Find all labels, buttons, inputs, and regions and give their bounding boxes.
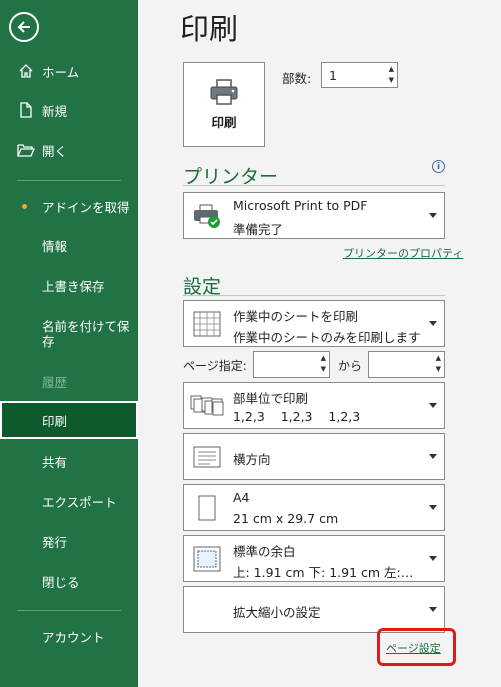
nav-print[interactable]: 印刷 bbox=[0, 401, 138, 439]
back-button[interactable] bbox=[9, 12, 39, 42]
scaling-title: 拡大縮小の設定 bbox=[233, 605, 321, 620]
nav-save-as-label: 名前を付けて保存 bbox=[42, 319, 130, 349]
stepper-arrows-icon[interactable]: ▲ ▼ bbox=[389, 64, 394, 86]
nav-new[interactable]: 新規 bbox=[0, 100, 138, 120]
printer-properties-link[interactable]: プリンターのプロパティ bbox=[343, 245, 463, 261]
copies-label: 部数: bbox=[282, 71, 312, 86]
back-arrow-icon bbox=[17, 21, 30, 33]
nav-account-label: アカウント bbox=[42, 629, 105, 645]
chevron-down-icon bbox=[429, 453, 437, 459]
chevron-down-icon bbox=[429, 320, 437, 326]
print-scope-desc: 作業中のシートのみを印刷します bbox=[233, 330, 421, 345]
sheet-grid-icon bbox=[189, 301, 225, 346]
nav-share-label: 共有 bbox=[42, 454, 68, 470]
sidebar-divider bbox=[17, 180, 121, 181]
collated-pages-icon bbox=[189, 383, 225, 428]
margins-title: 標準の余白 bbox=[233, 544, 296, 559]
nav-account[interactable]: アカウント bbox=[0, 626, 138, 646]
paper-size-icon bbox=[189, 485, 225, 530]
pages-label: ページ指定: bbox=[183, 359, 247, 373]
nav-home-label: ホーム bbox=[42, 64, 80, 80]
scaling-dropdown[interactable]: 拡大縮小の設定 bbox=[183, 586, 445, 633]
print-scope-title: 作業中のシートを印刷 bbox=[233, 309, 359, 324]
orientation-dropdown[interactable]: 横方向 bbox=[183, 433, 445, 480]
chevron-down-icon bbox=[429, 606, 437, 612]
home-icon bbox=[17, 62, 35, 80]
orientation-title: 横方向 bbox=[233, 452, 271, 467]
nav-close[interactable]: 閉じる bbox=[0, 571, 138, 591]
margins-icon bbox=[189, 536, 225, 581]
margins-desc: 上: 1.91 cm 下: 1.91 cm 左:… bbox=[233, 565, 414, 580]
backstage-sidebar: ホーム 新規 開く アドインを取得 情報 上書き保存 名前を付けて保存 履歴 印… bbox=[0, 0, 138, 687]
print-button[interactable]: 印刷 bbox=[183, 62, 265, 147]
nav-export[interactable]: エクスポート bbox=[0, 491, 138, 511]
pages-to-stepper[interactable]: ▲ ▼ bbox=[368, 351, 445, 378]
chevron-down-icon bbox=[429, 402, 437, 408]
info-icon[interactable]: i bbox=[432, 160, 445, 173]
stepper-arrows-icon[interactable]: ▲ ▼ bbox=[436, 353, 441, 375]
printer-ready-icon bbox=[189, 193, 225, 238]
paper-size-dropdown[interactable]: A4 21 cm x 29.7 cm bbox=[183, 484, 445, 531]
margins-dropdown[interactable]: 標準の余白 上: 1.91 cm 下: 1.91 cm 左:… bbox=[183, 535, 445, 582]
settings-heading-rule bbox=[183, 295, 445, 296]
landscape-page-icon bbox=[189, 434, 225, 479]
nav-share[interactable]: 共有 bbox=[0, 451, 138, 471]
printer-status: 準備完了 bbox=[233, 222, 284, 237]
stepper-arrows-icon[interactable]: ▲ ▼ bbox=[321, 353, 326, 375]
pages-from-stepper[interactable]: ▲ ▼ bbox=[253, 351, 330, 378]
chevron-down-icon bbox=[429, 504, 437, 510]
pages-to-label: から bbox=[338, 359, 363, 373]
nav-close-label: 閉じる bbox=[42, 574, 80, 590]
copies-value: 1 bbox=[329, 68, 337, 83]
print-scope-dropdown[interactable]: 作業中のシートを印刷 作業中のシートのみを印刷します bbox=[183, 300, 445, 347]
nav-save[interactable]: 上書き保存 bbox=[0, 275, 138, 295]
nav-get-addins[interactable]: アドインを取得 bbox=[0, 196, 138, 216]
printer-name: Microsoft Print to PDF bbox=[233, 198, 368, 213]
nav-publish-label: 発行 bbox=[42, 534, 68, 550]
paper-size-title: A4 bbox=[233, 490, 250, 505]
nav-history: 履歴 bbox=[0, 371, 138, 391]
printer-heading-rule bbox=[183, 185, 445, 186]
chevron-down-icon bbox=[429, 212, 437, 218]
open-folder-icon bbox=[17, 141, 35, 159]
sidebar-divider bbox=[17, 610, 121, 611]
page-title: 印刷 bbox=[180, 12, 239, 46]
collate-desc: 1,2,3 1,2,3 1,2,3 bbox=[233, 409, 361, 424]
nav-history-label: 履歴 bbox=[42, 374, 68, 390]
nav-open-label: 開く bbox=[42, 143, 68, 159]
nav-get-addins-label: アドインを取得 bbox=[42, 199, 130, 215]
nav-export-label: エクスポート bbox=[42, 494, 117, 510]
nav-save-as[interactable]: 名前を付けて保存 bbox=[0, 318, 138, 350]
collate-title: 部単位で印刷 bbox=[233, 391, 309, 406]
printer-icon bbox=[210, 79, 238, 105]
nav-publish[interactable]: 発行 bbox=[0, 531, 138, 551]
new-document-icon bbox=[17, 101, 35, 119]
highlight-box bbox=[377, 628, 456, 666]
nav-home[interactable]: ホーム bbox=[0, 61, 138, 81]
nav-info-label: 情報 bbox=[42, 238, 68, 254]
nav-info[interactable]: 情報 bbox=[0, 235, 138, 255]
paper-size-desc: 21 cm x 29.7 cm bbox=[233, 511, 339, 526]
nav-save-label: 上書き保存 bbox=[42, 278, 105, 294]
notification-dot bbox=[22, 203, 27, 209]
copies-stepper[interactable]: 1 ▲ ▼ bbox=[321, 62, 398, 88]
printer-dropdown[interactable]: Microsoft Print to PDF 準備完了 bbox=[183, 192, 445, 239]
nav-new-label: 新規 bbox=[42, 103, 68, 119]
chevron-down-icon bbox=[429, 555, 437, 561]
nav-print-label: 印刷 bbox=[42, 413, 68, 429]
nav-open[interactable]: 開く bbox=[0, 140, 138, 160]
collate-dropdown[interactable]: 部単位で印刷 1,2,3 1,2,3 1,2,3 bbox=[183, 382, 445, 429]
print-button-label: 印刷 bbox=[211, 115, 237, 130]
